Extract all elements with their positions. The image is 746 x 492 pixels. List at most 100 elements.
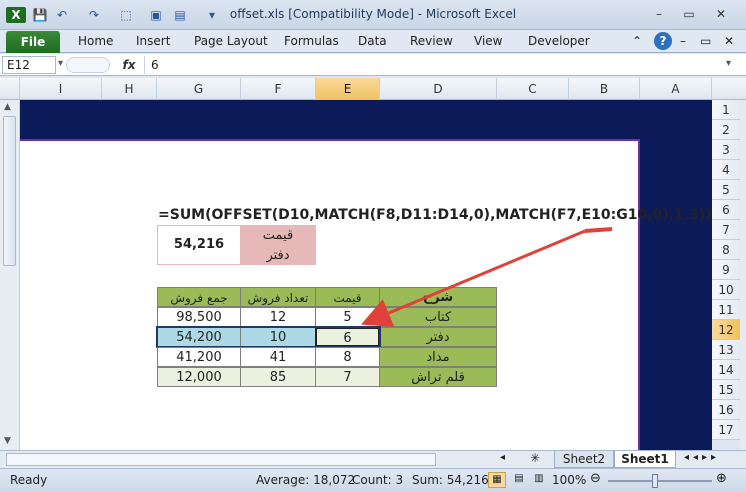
- tab-review[interactable]: Review: [410, 34, 453, 48]
- row-header[interactable]: 1: [712, 100, 740, 120]
- normal-view-icon[interactable]: ▦: [488, 472, 506, 488]
- column-header-b[interactable]: B: [569, 78, 640, 100]
- column-header-h[interactable]: H: [102, 78, 157, 100]
- name-box-dropdown-icon[interactable]: ▾: [58, 58, 63, 69]
- select-all-corner[interactable]: [0, 78, 20, 100]
- column-header-a[interactable]: A: [640, 78, 712, 100]
- close-button[interactable]: ✕: [708, 4, 734, 24]
- formula-bar-resize-handle[interactable]: [66, 57, 110, 73]
- column-header-e[interactable]: E: [316, 78, 380, 100]
- workbook-minimize-icon[interactable]: –: [680, 34, 686, 48]
- table-cell[interactable]: مداد: [379, 347, 497, 367]
- page-break-view-icon[interactable]: ▥: [530, 472, 548, 488]
- table-cell[interactable]: دفتر: [379, 327, 497, 347]
- row-header[interactable]: 10: [712, 280, 740, 300]
- table-cell[interactable]: 12,000: [157, 367, 241, 387]
- table-cell[interactable]: 5: [315, 307, 380, 327]
- ribbon-tabs: File Home Insert Page Layout Formulas Da…: [0, 30, 746, 53]
- row-header[interactable]: 3: [712, 140, 740, 160]
- help-icon[interactable]: ?: [654, 32, 672, 50]
- row-header[interactable]: 17: [712, 420, 740, 440]
- tab-page-layout[interactable]: Page Layout: [194, 34, 268, 48]
- table-cell[interactable]: 12: [240, 307, 316, 327]
- table-cell[interactable]: کتاب: [379, 307, 497, 327]
- tab-home[interactable]: Home: [78, 34, 113, 48]
- page-layout-view-icon[interactable]: ▤: [510, 472, 528, 488]
- table-cell[interactable]: 8: [315, 347, 380, 367]
- row-header[interactable]: 2: [712, 120, 740, 140]
- table-cell[interactable]: 54,200: [157, 327, 241, 347]
- lookup-price-label-cell[interactable]: قیمت: [240, 225, 316, 245]
- lookup-item-label-cell[interactable]: دفتر: [240, 245, 316, 265]
- active-cell[interactable]: 6: [315, 327, 380, 347]
- worksheet-grid[interactable]: [20, 100, 712, 450]
- status-count: Count: 3: [352, 473, 404, 487]
- scroll-thumb[interactable]: [3, 116, 16, 266]
- column-header-spacer: [712, 78, 746, 100]
- table-cell[interactable]: 85: [240, 367, 316, 387]
- sheet-nav-icons[interactable]: ◂◂▸▸: [684, 452, 720, 463]
- status-average: Average: 18,072: [256, 473, 356, 487]
- scroll-left-icon[interactable]: ◂: [500, 452, 505, 463]
- column-header-d[interactable]: D: [380, 78, 497, 100]
- row-header[interactable]: 11: [712, 300, 740, 320]
- table-cell[interactable]: 7: [315, 367, 380, 387]
- ribbon-minimize-icon[interactable]: ⌃: [632, 34, 642, 48]
- table-header-cell[interactable]: شرح: [379, 287, 497, 307]
- table-cell[interactable]: 41,200: [157, 347, 241, 367]
- row-header[interactable]: 6: [712, 200, 740, 220]
- row-header[interactable]: 14: [712, 360, 740, 380]
- insert-function-icon[interactable]: fx: [118, 56, 140, 74]
- formula-input[interactable]: 6: [144, 56, 724, 74]
- row-header[interactable]: 13: [712, 340, 740, 360]
- row-header[interactable]: 7: [712, 220, 740, 240]
- column-header-c[interactable]: C: [497, 78, 569, 100]
- scroll-up-icon[interactable]: ▲: [4, 102, 11, 112]
- tab-data[interactable]: Data: [358, 34, 387, 48]
- row-header[interactable]: 4: [712, 160, 740, 180]
- table-cell[interactable]: قلم تراش: [379, 367, 497, 387]
- lookup-result-cell[interactable]: 54,216: [157, 225, 241, 265]
- expand-formula-bar-icon[interactable]: ▾: [726, 58, 731, 69]
- horizontal-scrollbar[interactable]: [6, 453, 436, 466]
- navy-fill-band: [20, 100, 712, 140]
- restore-button[interactable]: ▭: [676, 4, 702, 24]
- zoom-out-icon[interactable]: ⊖: [590, 471, 601, 486]
- name-box[interactable]: E12: [2, 56, 56, 74]
- purple-border-top: [20, 139, 640, 141]
- column-header-g[interactable]: G: [157, 78, 241, 100]
- tab-formulas[interactable]: Formulas: [284, 34, 339, 48]
- column-header-f[interactable]: F: [241, 78, 316, 100]
- minimize-button[interactable]: –: [646, 4, 672, 24]
- zoom-level[interactable]: 100%: [552, 473, 586, 487]
- tab-insert[interactable]: Insert: [136, 34, 170, 48]
- row-header[interactable]: 12: [712, 320, 740, 340]
- row-header[interactable]: 15: [712, 380, 740, 400]
- table-cell[interactable]: 98,500: [157, 307, 241, 327]
- workbook-restore-icon[interactable]: ▭: [700, 34, 711, 48]
- zoom-in-icon[interactable]: ⊕: [716, 471, 727, 486]
- table-header-cell[interactable]: جمع فروش: [157, 287, 241, 307]
- tab-sheet1[interactable]: Sheet1: [614, 451, 676, 468]
- row-header[interactable]: 16: [712, 400, 740, 420]
- tab-view[interactable]: View: [474, 34, 502, 48]
- table-cell[interactable]: 10: [240, 327, 316, 347]
- table-header-cell[interactable]: تعداد فروش: [240, 287, 316, 307]
- row-header[interactable]: 9: [712, 260, 740, 280]
- tab-developer[interactable]: Developer: [528, 34, 590, 48]
- table-header-cell[interactable]: قیمت: [315, 287, 380, 307]
- insert-sheet-icon[interactable]: ✳: [530, 451, 540, 465]
- scroll-down-icon[interactable]: ▼: [4, 436, 11, 446]
- row-header[interactable]: 5: [712, 180, 740, 200]
- vertical-scrollbar[interactable]: ▲ ▼: [0, 100, 20, 450]
- row-header[interactable]: 8: [712, 240, 740, 260]
- table-cell[interactable]: 41: [240, 347, 316, 367]
- tab-sheet2[interactable]: Sheet2: [554, 451, 614, 468]
- column-header-i[interactable]: I: [20, 78, 102, 100]
- status-mode: Ready: [10, 473, 48, 487]
- zoom-slider-track[interactable]: [608, 480, 712, 482]
- title-bar: X 💾 ↶ ↷ ⬚ ▣ ▤ ▾ offset.xls [Compatibilit…: [0, 0, 746, 30]
- workbook-close-icon[interactable]: ✕: [724, 34, 734, 48]
- zoom-slider-thumb[interactable]: [652, 474, 658, 488]
- tab-file[interactable]: File: [6, 31, 60, 53]
